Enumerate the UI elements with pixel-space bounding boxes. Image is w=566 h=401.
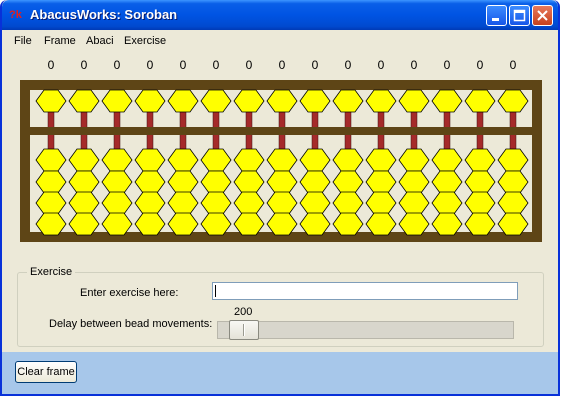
- rod-digit: 0: [245, 58, 253, 72]
- menu-bar: File Frame Abaci Exercise: [2, 30, 558, 50]
- rod-digit: 0: [179, 58, 187, 72]
- close-button[interactable]: [532, 5, 553, 26]
- delay-slider[interactable]: [217, 321, 514, 339]
- abacus-frame-top: [20, 80, 542, 90]
- text-caret: [215, 285, 216, 297]
- minimize-icon: [492, 18, 499, 21]
- rod-digit: 0: [344, 58, 352, 72]
- minimize-button[interactable]: [486, 5, 507, 26]
- window-title: AbacusWorks: Soroban: [30, 7, 178, 22]
- maximize-icon: [513, 9, 526, 22]
- rod-digit: 0: [113, 58, 121, 72]
- rod-digit: 0: [80, 58, 88, 72]
- delay-label: Delay between bead movements:: [49, 318, 213, 330]
- menu-frame[interactable]: Frame: [44, 35, 76, 47]
- delay-value: 200: [234, 306, 253, 318]
- menu-file[interactable]: File: [14, 35, 32, 47]
- menu-abaci[interactable]: Abaci: [86, 35, 114, 47]
- exercise-input[interactable]: [212, 282, 518, 300]
- button-bar: [2, 352, 558, 394]
- soroban-abacus[interactable]: [20, 80, 542, 242]
- abacus-frame-left: [20, 80, 30, 242]
- clear-frame-button[interactable]: Clear frame: [15, 361, 77, 383]
- abacus-beam: [20, 127, 542, 135]
- app-icon: ?k: [9, 9, 22, 21]
- rod-digit: 0: [212, 58, 220, 72]
- rod-digit: 0: [47, 58, 55, 72]
- rod-digit: 0: [410, 58, 418, 72]
- maximize-button[interactable]: [509, 5, 530, 26]
- exercise-input-label: Enter exercise here:: [80, 287, 179, 299]
- rod-digit: 0: [278, 58, 286, 72]
- rod-digit: 0: [377, 58, 385, 72]
- rod-digit: 0: [146, 58, 154, 72]
- app-window: ?k AbacusWorks: Soroban File Frame Abaci…: [0, 0, 560, 396]
- rod-digit: 0: [476, 58, 484, 72]
- rod-digit: 0: [509, 58, 517, 72]
- exercise-group-label: Exercise: [27, 266, 76, 278]
- digit-readout: 0 0 0 0 0 0 0 0 0 0 0 0 0 0 0: [2, 58, 558, 74]
- delay-slider-thumb[interactable]: [229, 320, 259, 340]
- menu-exercise[interactable]: Exercise: [124, 35, 166, 47]
- abacus-frame-right: [532, 80, 542, 242]
- title-bar[interactable]: ?k AbacusWorks: Soroban: [2, 0, 558, 30]
- close-icon: [537, 10, 548, 21]
- rod-digit: 0: [311, 58, 319, 72]
- rod-digit: 0: [443, 58, 451, 72]
